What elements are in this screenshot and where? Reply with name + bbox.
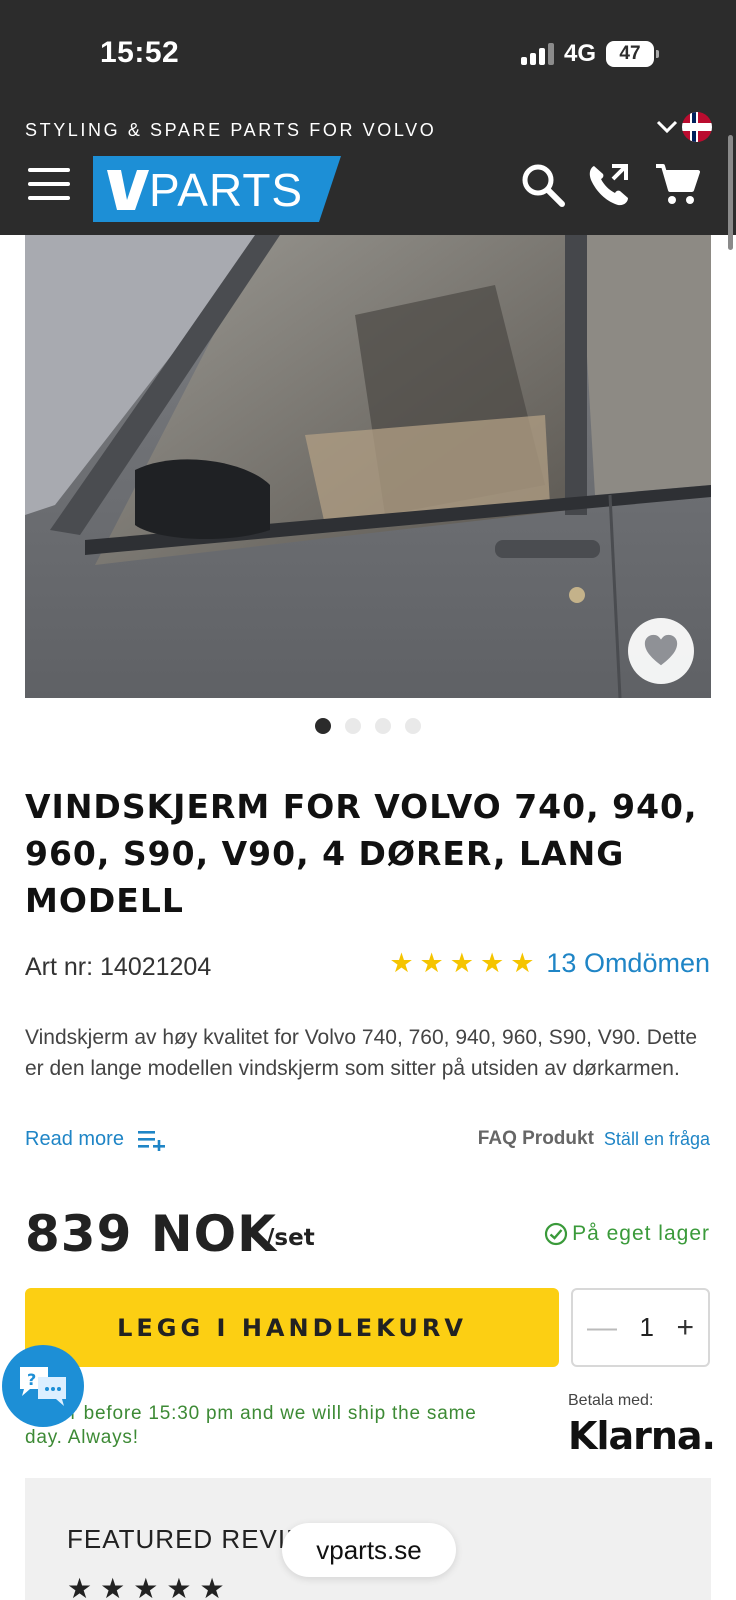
status-bar: 15:52 4G 47 [0,0,736,110]
network-type: 4G [563,40,596,67]
article-number: Art nr: 14021204 [25,953,212,981]
stock-status: På eget lager [544,1222,710,1246]
star-icon: ★ [479,948,505,978]
gallery-dot-1[interactable] [315,718,331,734]
star-icon: ★ [67,1573,93,1600]
favorite-button[interactable] [628,618,694,684]
heart-icon [644,634,678,666]
gallery-dot-3[interactable] [375,718,391,734]
quantity-stepper: — 1 + [571,1288,710,1367]
browser-url-bar[interactable]: vparts.se [282,1523,456,1577]
add-to-cart-button[interactable]: LEGG I HANDLEKURV [25,1288,559,1367]
klarna-logo: Klarna. [568,1414,716,1458]
shipping-note: Order before 15:30 pm and we will ship t… [25,1403,477,1448]
scrollbar[interactable] [728,135,733,250]
status-time: 15:52 [100,36,180,69]
chat-icon: ? [20,1367,66,1406]
read-more-link[interactable]: Read more [25,1128,166,1151]
faq-section: FAQ Produkt Ställ en fråga [478,1128,710,1150]
product-rating[interactable]: ★ ★ ★ ★ ★ 13 Omdömen [389,948,710,979]
header-tagline: STYLING & SPARE PARTS FOR VOLVO [25,120,437,140]
description-fade [0,1078,736,1118]
signal-icon [520,43,554,65]
norway-flag-icon [682,112,712,142]
chevron-down-icon [656,120,678,134]
logo-text: PARTS [149,164,304,216]
pay-with-label: Betala med: [568,1392,654,1409]
decrease-quantity-button[interactable]: — [587,1311,617,1345]
status-indicators: 4G 47 [520,40,659,68]
search-icon[interactable] [520,162,566,208]
star-icon: ★ [449,948,474,978]
star-icon: ★ [389,948,414,978]
ask-question-link[interactable]: Ställ en fråga [604,1129,710,1150]
star-icon: ★ [419,948,444,978]
check-circle-icon [544,1222,568,1246]
site-header: STYLING & SPARE PARTS FOR VOLVO PARTS [0,110,736,235]
product-image[interactable] [25,235,711,698]
battery-icon: 47 [606,41,659,67]
stock-label: På eget lager [572,1222,710,1245]
gallery-dot-4[interactable] [405,718,421,734]
star-icon: ★ [510,948,535,978]
gallery-pagination [0,718,736,734]
increase-quantity-button[interactable]: + [676,1311,694,1345]
price-unit: /set [266,1225,315,1251]
product-photo [25,235,711,698]
star-icon: ★ [100,1573,126,1600]
star-icon: ★ [166,1573,192,1600]
menu-icon[interactable] [28,168,70,200]
featured-rating: ★ ★ ★ ★ ★ [67,1572,225,1600]
language-selector[interactable] [656,112,712,142]
quantity-value[interactable]: 1 [640,1312,654,1343]
product-price: 839 NOK [25,1205,277,1263]
chat-button[interactable]: ? [2,1345,84,1427]
star-icon: ★ [133,1573,159,1600]
product-title: VINDSKJERM FOR VOLVO 740, 940, 960, S90,… [25,787,698,920]
reviews-link[interactable]: 13 Omdömen [546,948,710,979]
site-logo[interactable]: PARTS [93,156,341,222]
cart-icon[interactable] [654,162,700,208]
phone-icon[interactable] [586,162,632,208]
svg-text:?: ? [27,1370,36,1389]
star-icon: ★ [199,1573,225,1600]
read-more-label: Read more [25,1128,124,1150]
faq-label: FAQ Produkt [477,1128,594,1149]
battery-level: 47 [619,43,641,64]
playlist-add-icon [137,1130,165,1151]
gallery-dot-2[interactable] [345,718,361,734]
